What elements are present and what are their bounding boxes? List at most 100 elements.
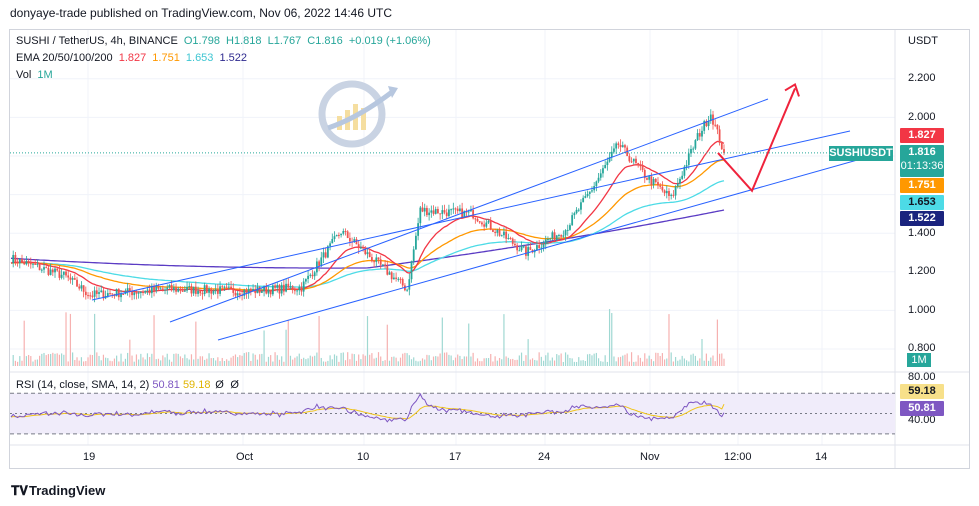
candle-body <box>282 284 285 292</box>
volume-bar <box>507 357 509 366</box>
price-tick: 1.000 <box>908 304 936 316</box>
candle-body <box>509 237 512 239</box>
candle-body <box>16 261 19 264</box>
volume-bar <box>298 353 300 366</box>
volume-bar <box>105 357 107 366</box>
chart-canvas[interactable] <box>0 0 979 506</box>
volume-bar <box>384 360 386 366</box>
candle-body <box>302 281 305 292</box>
candle-body <box>492 229 494 232</box>
volume-bar <box>597 358 600 366</box>
candle-body <box>69 277 72 280</box>
volume-bar <box>41 353 43 366</box>
volume-bar <box>538 352 540 366</box>
candle-body <box>412 249 415 262</box>
price-tick: 1.400 <box>908 227 936 239</box>
candle-body <box>379 259 382 265</box>
volume-bar <box>386 324 388 366</box>
volume-bar <box>47 354 50 366</box>
candle-body <box>133 292 136 296</box>
volume-bar <box>692 353 694 366</box>
volume-bar <box>107 358 109 366</box>
candle-body <box>602 168 604 174</box>
volume-bar <box>300 358 303 366</box>
candle-body <box>313 272 316 277</box>
ema100-badge: 1.653 <box>900 195 944 210</box>
bar-countdown: 01:13:36 <box>900 160 944 172</box>
volume-bar <box>520 352 523 366</box>
volume-bar <box>540 356 542 366</box>
candle-body <box>260 291 263 293</box>
volume-bar <box>228 360 230 366</box>
candle-body <box>650 176 653 185</box>
tradingview-logo[interactable]: 𝐓𝐕TradingView <box>11 483 105 499</box>
candle-body <box>98 292 100 294</box>
volume-bar <box>201 356 204 366</box>
volume-bar <box>351 353 353 366</box>
candle-body <box>21 258 23 262</box>
candle-body <box>67 275 70 278</box>
candle-body <box>45 267 48 269</box>
volume-bar <box>309 355 311 366</box>
candle-body <box>197 290 199 294</box>
volume-bar <box>63 354 65 366</box>
volume-bar <box>679 359 681 366</box>
volume-bar <box>723 358 725 366</box>
volume-bar <box>399 357 402 366</box>
volume-bar <box>210 358 212 366</box>
volume-bar <box>204 359 206 366</box>
volume-bar <box>131 355 133 366</box>
volume-bar <box>622 355 624 366</box>
candle-body <box>443 210 446 213</box>
volume-bar <box>58 354 61 366</box>
candle-body <box>78 286 81 289</box>
candle-body <box>168 284 171 288</box>
rsi-tick: 80.00 <box>908 371 936 383</box>
volume-bar <box>360 359 362 366</box>
volume-bar <box>252 353 254 366</box>
volume-bar <box>514 360 516 366</box>
volume-bar <box>195 321 197 366</box>
volume-bar <box>496 360 498 366</box>
candle-body <box>507 237 510 239</box>
candle-body <box>71 278 74 280</box>
candle-body <box>430 210 433 213</box>
ema20-line <box>10 140 725 293</box>
volume-bar <box>560 353 562 366</box>
ema-label: EMA 20/50/100/200 <box>16 52 113 64</box>
candle-body <box>234 292 237 296</box>
volume-bar <box>56 353 58 366</box>
volume-bar <box>261 353 263 366</box>
volume-bar <box>608 309 611 366</box>
volume-bar <box>127 352 129 366</box>
candle-body <box>393 277 395 280</box>
candle-body <box>111 293 114 295</box>
candle-body <box>483 224 486 227</box>
volume-bar <box>628 361 630 366</box>
candle-body <box>529 247 532 250</box>
time-tick: 10 <box>357 451 370 463</box>
volume-bar <box>32 361 34 366</box>
candle-body <box>397 278 400 280</box>
volume-bar <box>694 355 696 366</box>
candle-body <box>219 286 221 294</box>
candle-body <box>714 124 717 126</box>
time-tick: 19 <box>83 451 96 463</box>
high-value: H1.818 <box>226 35 262 47</box>
candle-body <box>672 194 675 196</box>
candle-body <box>153 286 155 291</box>
volume-badge: 1M <box>907 353 931 367</box>
volume-bar <box>542 360 545 366</box>
candle-body <box>60 274 63 278</box>
volume-bar <box>472 352 474 366</box>
ema50-badge: 1.751 <box>900 178 944 193</box>
volume-bar <box>102 354 105 366</box>
volume-bar <box>650 359 652 366</box>
candle-body <box>450 209 453 211</box>
rsi-extra-1: Ø <box>215 379 224 391</box>
candle-body <box>518 250 521 252</box>
volume-bar <box>184 354 186 366</box>
volume-bar <box>549 360 551 366</box>
volume-bar <box>94 313 96 366</box>
volume-bar <box>380 356 382 366</box>
